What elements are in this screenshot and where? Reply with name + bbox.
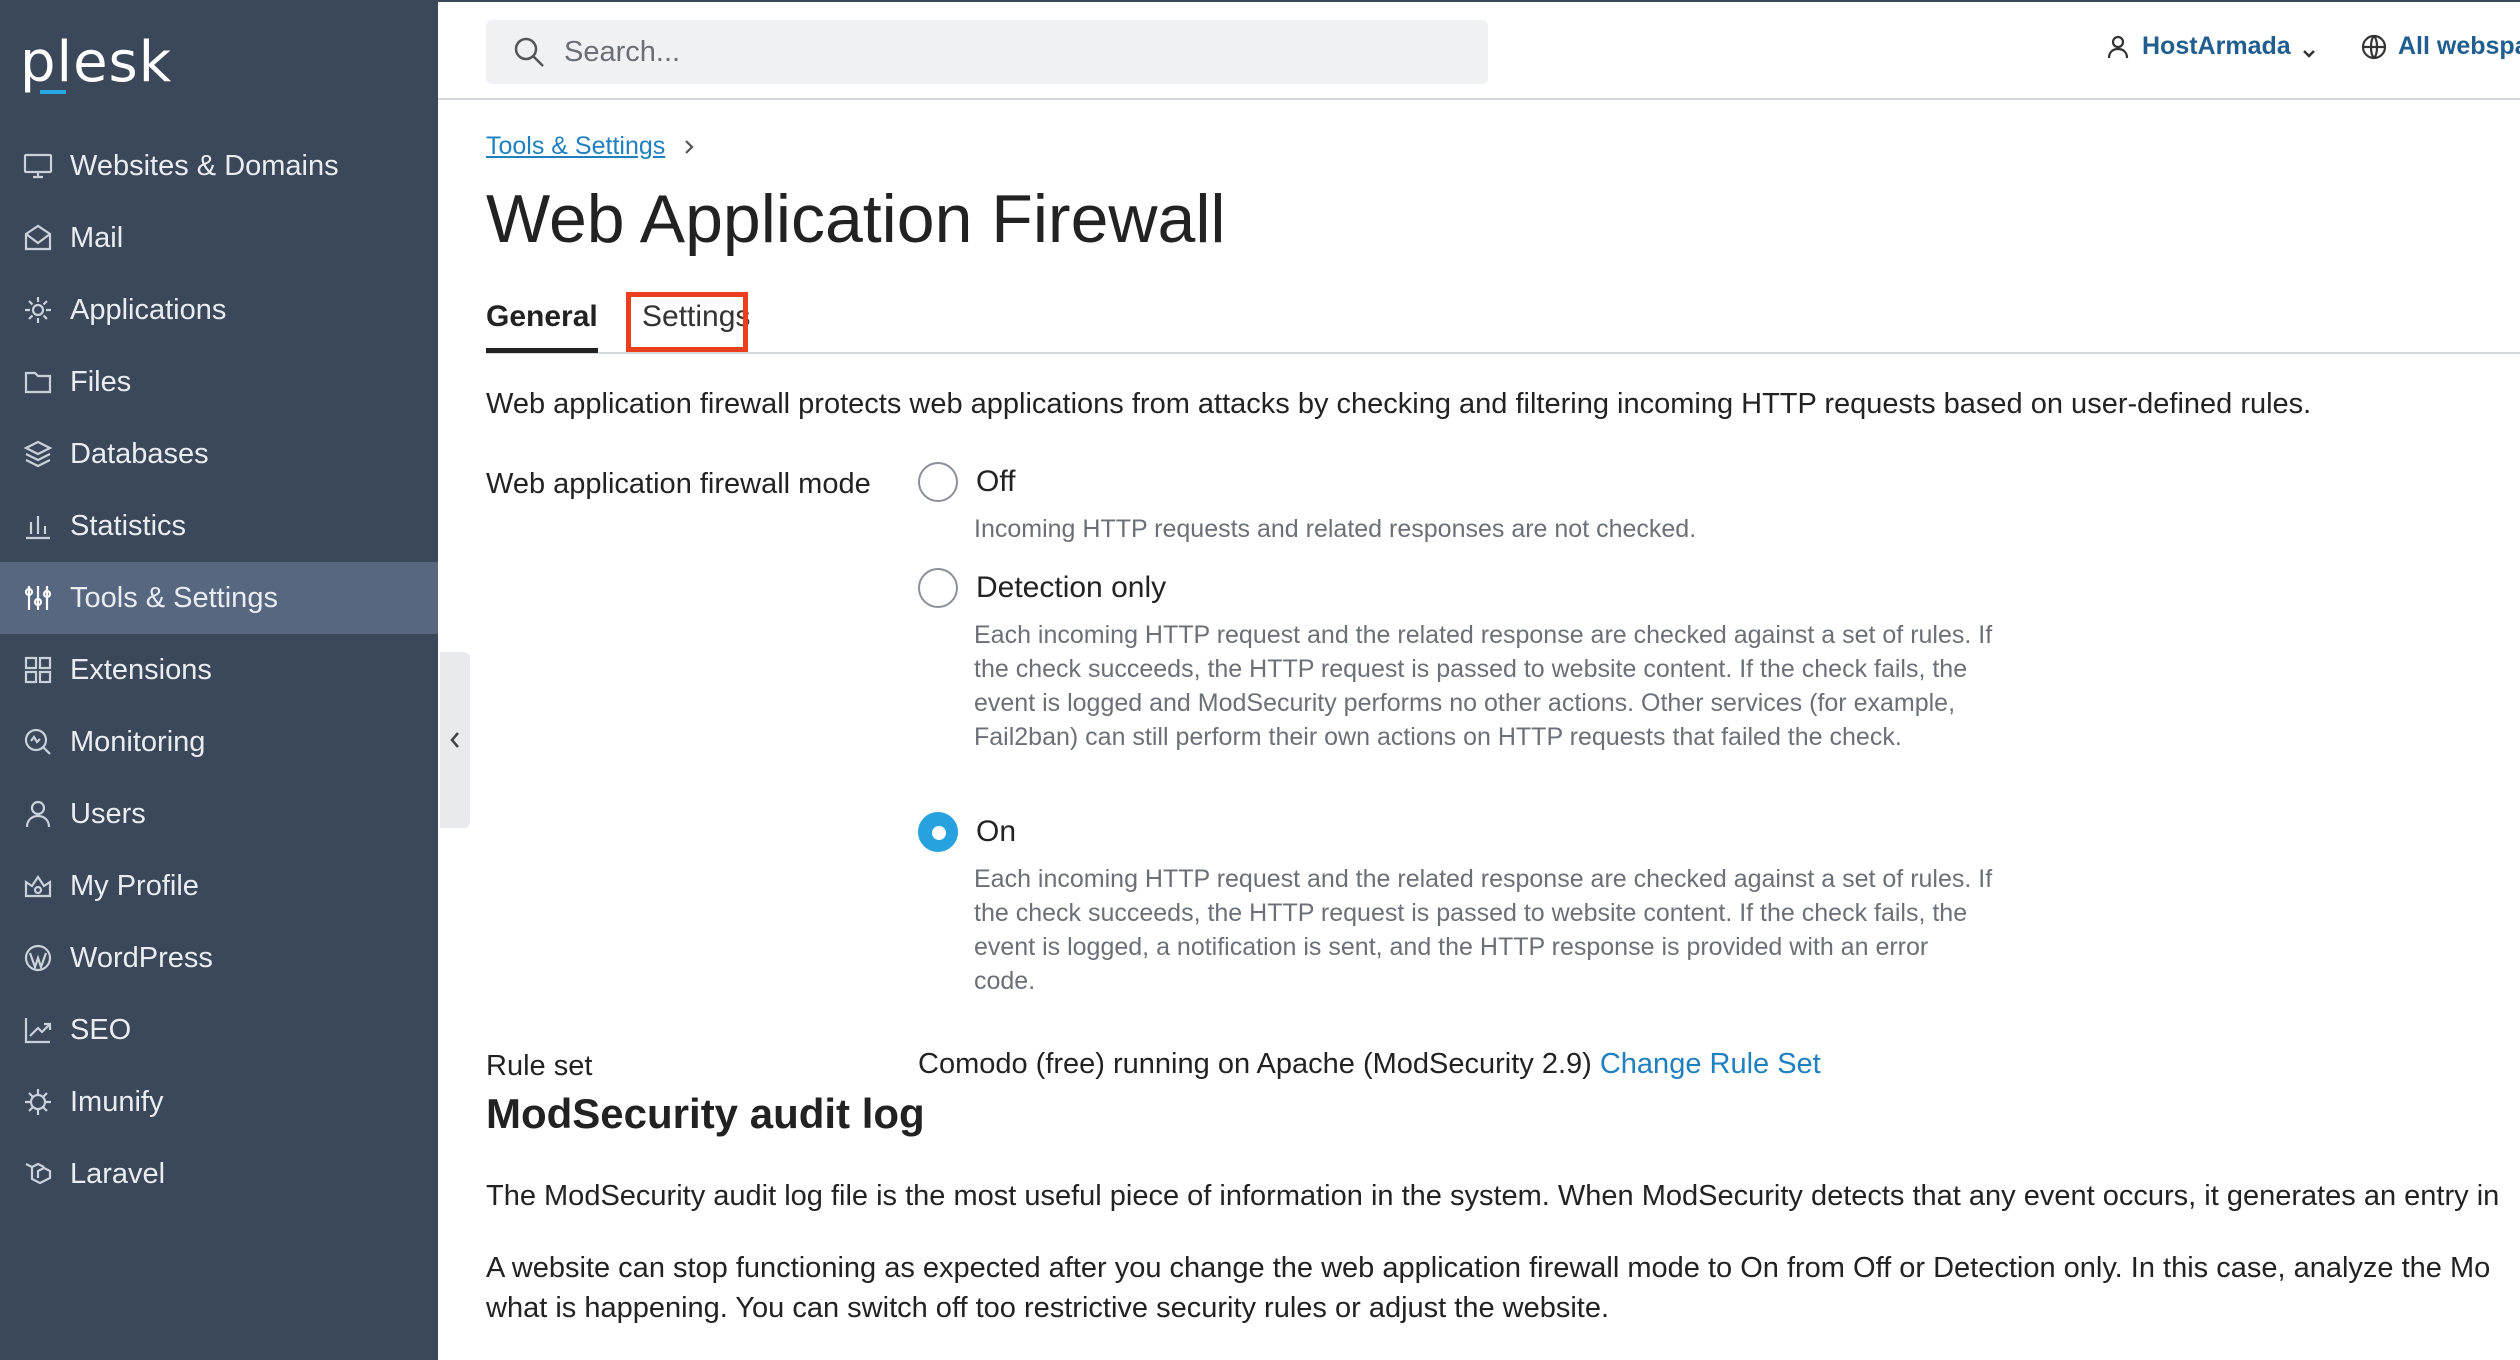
tabs-bar: General Settings [486, 288, 2520, 354]
sidebar-item-label: Databases [70, 437, 209, 470]
sidebar-item-my-profile[interactable]: My Profile [0, 850, 438, 922]
audit-paragraph-2-line-2: what is happening. You can switch off to… [486, 1292, 1610, 1324]
sidebar-item-monitoring[interactable]: Monitoring [0, 706, 438, 778]
bar-chart-icon [22, 510, 54, 542]
sidebar-item-label: Laravel [70, 1157, 166, 1190]
sidebar-item-label: Extensions [70, 653, 212, 686]
sidebar-item-users[interactable]: Users [0, 778, 438, 850]
sidebar-item-label: Tools & Settings [70, 581, 278, 614]
webspaces-selector[interactable]: All webspa [2360, 32, 2520, 61]
sidebar-item-label: Imunify [70, 1085, 164, 1118]
sidebar-item-wordpress[interactable]: WordPress [0, 922, 438, 994]
chevron-down-icon [2301, 39, 2317, 58]
audit-paragraph-2-line-1: A website can stop functioning as expect… [486, 1252, 2491, 1284]
sidebar-item-mail[interactable]: Mail [0, 202, 438, 274]
monitoring-icon [22, 726, 54, 758]
sidebar-item-databases[interactable]: Databases [0, 418, 438, 490]
profile-icon [22, 870, 54, 902]
extensions-icon [22, 654, 54, 686]
radio-detection-label: Detection only [976, 571, 1167, 604]
page-description: Web application firewall protects web ap… [486, 388, 2312, 420]
wordpress-icon [22, 942, 54, 974]
sidebar-item-applications[interactable]: Applications [0, 274, 438, 346]
mail-icon [22, 222, 54, 254]
rule-set-label: Rule set [486, 1050, 593, 1082]
breadcrumb: Tools & Settings [486, 132, 697, 161]
sidebar-item-statistics[interactable]: Statistics [0, 490, 438, 562]
sidebar-item-extensions[interactable]: Extensions [0, 634, 438, 706]
sidebar-item-tools-settings[interactable]: Tools & Settings [0, 562, 438, 634]
plesk-logo[interactable]: plesk [20, 30, 172, 95]
radio-off-label: Off [976, 465, 1016, 498]
radio-option-off[interactable]: Off [918, 462, 1015, 502]
radio-on[interactable] [918, 812, 958, 852]
sidebar-nav: Websites & Domains Mail Applications Fil… [0, 130, 438, 1210]
sidebar-item-imunify[interactable]: Imunify [0, 1066, 438, 1138]
radio-on-label: On [976, 815, 1017, 848]
mode-field-label: Web application firewall mode [486, 468, 871, 500]
user-name: HostArmada [2142, 32, 2291, 60]
user-menu[interactable]: HostArmada [2104, 32, 2317, 61]
chevron-right-icon [685, 139, 694, 154]
sidebar-item-label: SEO [70, 1013, 132, 1046]
sliders-icon [22, 582, 54, 614]
sidebar-item-label: Mail [70, 221, 124, 254]
rule-set-text: Comodo (free) running on Apache (ModSecu… [918, 1048, 1600, 1080]
radio-off[interactable] [918, 462, 958, 502]
database-icon [22, 438, 54, 470]
search-bar[interactable] [486, 20, 1488, 84]
radio-on-hint: Each incoming HTTP request and the relat… [974, 865, 1993, 995]
audit-log-title: ModSecurity audit log [486, 1090, 925, 1137]
gear-icon [22, 294, 54, 326]
user-icon [2107, 35, 2129, 58]
radio-off-hint: Incoming HTTP requests and related respo… [974, 515, 1697, 543]
sidebar-item-label: Monitoring [70, 725, 206, 758]
sidebar-collapse-button[interactable] [440, 652, 470, 828]
radio-option-on[interactable]: On [918, 812, 1016, 852]
sidebar: plesk Websites & Domains Mail Applicatio… [0, 0, 438, 1360]
sidebar-item-label: Files [70, 365, 132, 398]
globe-icon [2361, 34, 2387, 59]
audit-paragraph-1: The ModSecurity audit log file is the mo… [486, 1180, 2500, 1212]
rule-set-value: Comodo (free) running on Apache (ModSecu… [918, 1048, 1821, 1081]
sidebar-item-label: Websites & Domains [70, 149, 339, 182]
breadcrumb-tools-settings-link[interactable]: Tools & Settings [486, 132, 665, 161]
radio-detection[interactable] [918, 568, 958, 608]
page-title: Web Application Firewall [486, 181, 1226, 257]
sidebar-item-label: Applications [70, 293, 227, 326]
sidebar-item-label: WordPress [70, 941, 213, 974]
sidebar-item-seo[interactable]: SEO [0, 994, 438, 1066]
sidebar-item-label: My Profile [70, 869, 199, 902]
sidebar-item-files[interactable]: Files [0, 346, 438, 418]
sidebar-item-websites-domains[interactable]: Websites & Domains [0, 130, 438, 202]
top-header: HostArmada All webspa [438, 0, 2520, 100]
folder-icon [22, 366, 54, 398]
radio-detection-hint: Each incoming HTTP request and the relat… [974, 621, 1993, 751]
sidebar-item-laravel[interactable]: Laravel [0, 1138, 438, 1210]
monitor-icon [22, 150, 54, 182]
change-rule-set-link[interactable]: Change Rule Set [1600, 1048, 1821, 1080]
highlight-annotation [626, 292, 748, 352]
sidebar-item-label: Statistics [70, 509, 187, 542]
webspaces-label: All webspa [2398, 32, 2520, 60]
seo-icon [22, 1014, 54, 1046]
imunify-icon [22, 1086, 54, 1118]
sidebar-item-label: Users [70, 797, 146, 830]
tab-general[interactable]: General [486, 300, 598, 353]
chevron-left-icon [450, 732, 459, 748]
user-icon [22, 798, 54, 830]
search-icon [514, 37, 544, 67]
logo-accent [40, 90, 66, 94]
search-input[interactable] [564, 35, 1364, 69]
radio-option-detection[interactable]: Detection only [918, 568, 1166, 608]
laravel-icon [22, 1158, 54, 1190]
